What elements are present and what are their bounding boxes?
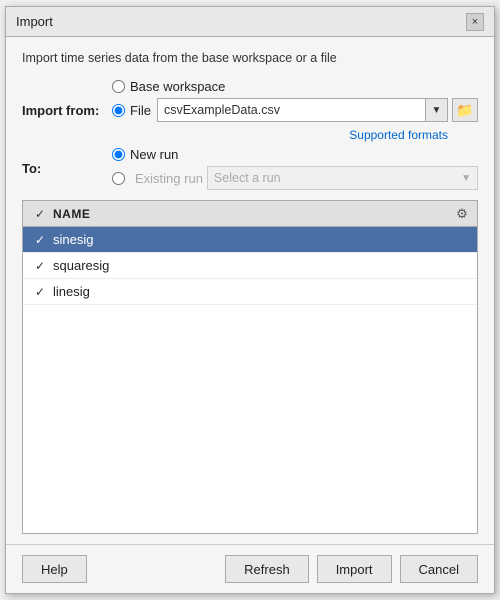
file-label[interactable]: File — [130, 103, 151, 118]
row-name-cell: squaresig — [53, 258, 473, 273]
title-bar: Import × — [6, 7, 494, 37]
header-checkmark-icon: ✓ — [35, 207, 45, 221]
folder-icon: 📁 — [456, 102, 473, 119]
left-button-group: Help — [22, 555, 87, 583]
file-input-container: ▼ 📁 — [157, 98, 478, 122]
to-label: To: — [22, 161, 112, 176]
row-check-cell: ✓ — [27, 259, 53, 273]
close-button[interactable]: × — [466, 13, 484, 31]
file-dropdown-button[interactable]: ▼ — [426, 98, 448, 122]
row-checkmark-icon: ✓ — [35, 259, 45, 273]
right-button-group: Refresh Import Cancel — [225, 555, 478, 583]
cancel-button[interactable]: Cancel — [400, 555, 478, 583]
new-run-radio[interactable] — [112, 148, 125, 161]
new-run-label[interactable]: New run — [130, 147, 178, 162]
import-from-label: Import from: — [22, 103, 112, 118]
dropdown-arrow-icon: ▼ — [432, 105, 442, 116]
close-icon: × — [472, 16, 478, 28]
row-check-cell: ✓ — [27, 285, 53, 299]
import-button[interactable]: Import — [317, 555, 392, 583]
table-row[interactable]: ✓ sinesig — [23, 227, 477, 253]
file-path-input[interactable] — [157, 98, 426, 122]
dialog-title: Import — [16, 14, 53, 29]
base-workspace-radio[interactable] — [112, 80, 125, 93]
select-run-placeholder: Select a run — [214, 171, 281, 185]
existing-run-radio[interactable] — [112, 172, 125, 185]
table-row[interactable]: ✓ linesig — [23, 279, 477, 305]
gear-icon: ⚙ — [456, 206, 468, 222]
to-section: To: New run Existing run Select a run ▼ — [22, 147, 478, 190]
base-workspace-label[interactable]: Base workspace — [130, 79, 225, 94]
bottom-bar: Help Refresh Import Cancel — [6, 544, 494, 593]
file-radio[interactable] — [112, 104, 125, 117]
browse-folder-button[interactable]: 📁 — [452, 98, 478, 122]
table-header: ✓ NAME ⚙ — [23, 201, 477, 227]
import-dialog: Import × Import time series data from th… — [5, 6, 495, 594]
refresh-button[interactable]: Refresh — [225, 555, 309, 583]
signals-table: ✓ NAME ⚙ ✓ sinesig ✓ squaresig — [22, 200, 478, 534]
table-row[interactable]: ✓ squaresig — [23, 253, 477, 279]
table-settings-button[interactable]: ⚙ — [451, 206, 473, 222]
existing-run-label[interactable]: Existing run — [135, 171, 203, 186]
description-text: Import time series data from the base wo… — [22, 51, 478, 65]
supported-formats-link[interactable]: Supported formats — [112, 128, 478, 142]
row-name-cell: sinesig — [53, 232, 473, 247]
header-check-cell: ✓ — [27, 207, 53, 221]
dialog-content: Import time series data from the base wo… — [6, 37, 494, 544]
to-controls: New run Existing run Select a run ▼ — [112, 147, 478, 190]
import-from-controls: Base workspace File ▼ 📁 — [112, 79, 478, 142]
row-name-cell: linesig — [53, 284, 473, 299]
row-check-cell: ✓ — [27, 233, 53, 247]
base-workspace-row: Base workspace — [112, 79, 478, 94]
select-run-arrow-icon: ▼ — [461, 173, 471, 184]
help-button[interactable]: Help — [22, 555, 87, 583]
row-checkmark-icon: ✓ — [35, 285, 45, 299]
select-run-dropdown: Select a run ▼ — [207, 166, 478, 190]
file-row: File ▼ 📁 — [112, 98, 478, 122]
import-from-section: Import from: Base workspace File ▼ — [22, 79, 478, 142]
row-checkmark-icon: ✓ — [35, 233, 45, 247]
existing-run-row: Existing run Select a run ▼ — [112, 166, 478, 190]
name-column-header: NAME — [53, 207, 451, 221]
new-run-row: New run — [112, 147, 478, 162]
